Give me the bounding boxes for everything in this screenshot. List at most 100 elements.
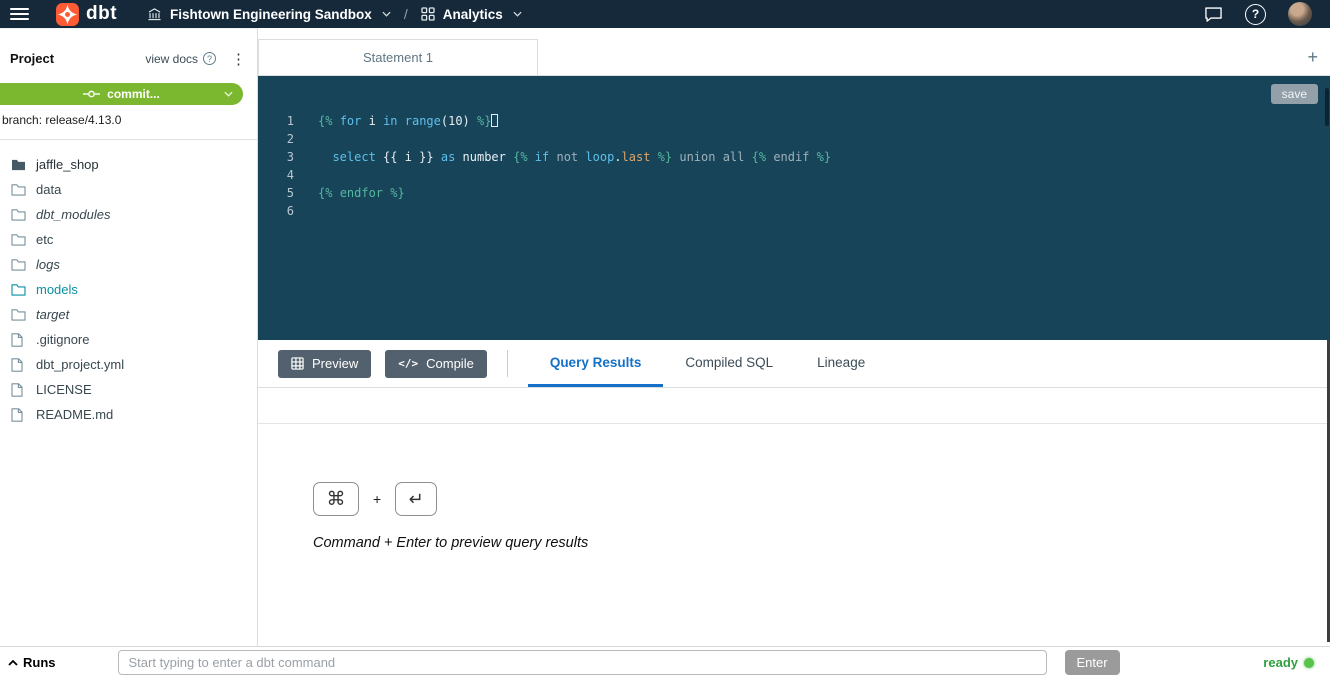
tree-item-models[interactable]: models: [0, 277, 257, 302]
tab-compiled-sql[interactable]: Compiled SQL: [663, 340, 795, 387]
status-label: ready: [1263, 655, 1298, 670]
runs-toggle[interactable]: Runs: [8, 655, 56, 670]
chevron-down-icon[interactable]: [224, 91, 233, 97]
project-panel-title: Project: [10, 51, 54, 66]
tree-item-dbt-project-yml[interactable]: dbt_project.yml: [0, 352, 257, 377]
tree-item-label: jaffle_shop: [36, 157, 99, 172]
runs-bar: Runs Enter ready: [0, 646, 1330, 678]
view-docs-link[interactable]: view docs ?: [145, 52, 216, 66]
line-number: 3: [258, 148, 294, 166]
code-line[interactable]: 3 select {{ i }} as number {% if not loo…: [258, 148, 1330, 166]
tree-item-label: .gitignore: [36, 332, 89, 347]
chevron-up-icon: [8, 660, 18, 666]
commit-button[interactable]: commit...: [0, 83, 243, 105]
code-editor[interactable]: save 1 {% for i in range(10) %} 23 select …: [258, 76, 1330, 340]
code-text: select {{ i }} as number {% if not loop.…: [318, 148, 831, 166]
dbt-logo-text: dbt: [86, 3, 117, 25]
branch-label: branch: release/4.13.0: [0, 113, 257, 127]
command-key-icon: ⌘: [313, 482, 359, 516]
editor-scrollbar[interactable]: [1325, 88, 1329, 126]
line-number: 4: [258, 166, 294, 184]
breadcrumb-separator: /: [404, 6, 408, 22]
save-button[interactable]: save: [1271, 84, 1318, 104]
top-bar: dbt Fishtown Engineering Sandbox / Analy…: [0, 0, 1330, 28]
line-number: 5: [258, 184, 294, 202]
editor-tab-bar: Statement 1 +: [258, 28, 1330, 76]
code-text: {% endfor %}: [318, 184, 405, 202]
dbt-command-input[interactable]: [118, 650, 1047, 675]
hamburger-menu-icon[interactable]: [10, 8, 29, 20]
code-line[interactable]: 1 {% for i in range(10) %}: [258, 112, 1330, 130]
chat-icon[interactable]: [1204, 6, 1223, 23]
file-icon: [11, 333, 27, 347]
git-section: commit... branch: release/4.13.0: [0, 76, 257, 140]
view-docs-label: view docs: [145, 52, 198, 66]
docs-help-icon: ?: [203, 52, 216, 65]
tree-item-etc[interactable]: etc: [0, 227, 257, 252]
tree-item-data[interactable]: data: [0, 177, 257, 202]
code-line[interactable]: 5 {% endfor %}: [258, 184, 1330, 202]
building-icon: [147, 7, 162, 21]
sidebar-header: Project view docs ? ⋮: [0, 28, 257, 76]
preview-button-label: Preview: [312, 356, 358, 371]
text-cursor: [491, 114, 498, 127]
dbt-logo[interactable]: dbt: [55, 2, 117, 27]
sidebar: Project view docs ? ⋮ commit... branch: …: [0, 28, 258, 646]
chevron-down-icon: [513, 11, 522, 17]
folder-icon: [11, 208, 27, 221]
tree-item-label: etc: [36, 232, 53, 247]
tree-item-dbt-modules[interactable]: dbt_modules: [0, 202, 257, 227]
tree-item-target[interactable]: target: [0, 302, 257, 327]
result-tabs: Query ResultsCompiled SQLLineage: [528, 340, 887, 387]
tab-label: Statement 1: [363, 50, 433, 65]
tree-item-logs[interactable]: logs: [0, 252, 257, 277]
user-avatar[interactable]: [1288, 2, 1312, 26]
tree-item-gitignore[interactable]: .gitignore: [0, 327, 257, 352]
results-toolbar: Preview </> Compile Query ResultsCompile…: [258, 340, 1330, 388]
file-icon: [11, 408, 27, 422]
kebab-menu-icon[interactable]: ⋮: [231, 50, 247, 68]
table-grid-icon: [291, 357, 304, 370]
code-line[interactable]: 4: [258, 166, 1330, 184]
plus-separator: +: [373, 491, 381, 507]
compile-button[interactable]: </> Compile: [385, 350, 487, 378]
account-name: Fishtown Engineering Sandbox: [170, 7, 372, 22]
tree-item-label: README.md: [36, 407, 113, 422]
chevron-down-icon: [382, 11, 391, 17]
code-brackets-icon: </>: [398, 357, 418, 370]
line-number: 2: [258, 130, 294, 148]
tree-item-label: dbt_project.yml: [36, 357, 124, 372]
tree-item-label: dbt_modules: [36, 207, 110, 222]
help-icon[interactable]: ?: [1245, 4, 1266, 25]
code-text: {% for i in range(10) %}: [318, 112, 498, 130]
tree-item-readme-md[interactable]: README.md: [0, 402, 257, 427]
code-area: 1 {% for i in range(10) %} 23 select {{ i …: [258, 76, 1330, 220]
folder-icon: [11, 183, 27, 196]
tree-item-label: target: [36, 307, 69, 322]
account-switcher[interactable]: Fishtown Engineering Sandbox: [147, 7, 391, 22]
project-switcher[interactable]: Analytics: [421, 7, 522, 22]
folder-icon: [11, 283, 27, 296]
status-dot: [1304, 658, 1314, 668]
grid-icon: [421, 7, 435, 21]
file-icon: [11, 358, 27, 372]
tab-lineage[interactable]: Lineage: [795, 340, 887, 387]
line-number: 6: [258, 202, 294, 220]
code-line[interactable]: 2: [258, 130, 1330, 148]
file-tree: jaffle_shopdata dbt_modulesetc logs models t…: [0, 140, 257, 427]
tab-query-results[interactable]: Query Results: [528, 340, 664, 387]
tree-item-license[interactable]: LICENSE: [0, 377, 257, 402]
new-tab-button[interactable]: +: [1307, 48, 1318, 66]
line-number: 1: [258, 112, 294, 130]
tree-item-jaffle-shop[interactable]: jaffle_shop: [0, 152, 257, 177]
shortcut-keys: ⌘ + ↵: [313, 482, 1330, 516]
tab-statement-1[interactable]: Statement 1: [258, 39, 538, 75]
preview-button[interactable]: Preview: [278, 350, 371, 378]
enter-button[interactable]: Enter: [1065, 650, 1120, 675]
code-line[interactable]: 6: [258, 202, 1330, 220]
main-panel: Statement 1 + save 1 {% for i in range(10…: [258, 28, 1330, 646]
tree-item-label: logs: [36, 257, 60, 272]
folder-icon: [11, 158, 27, 171]
folder-icon: [11, 308, 27, 321]
runs-label: Runs: [23, 655, 56, 670]
